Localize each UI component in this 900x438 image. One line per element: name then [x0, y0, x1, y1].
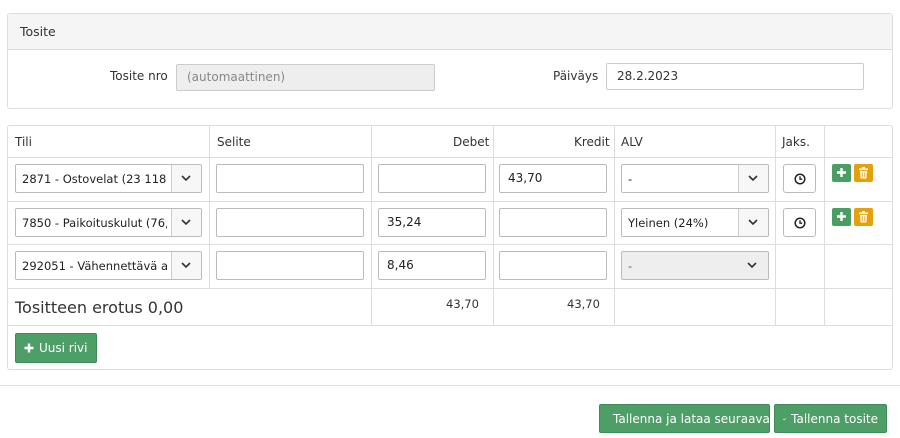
account-value: 292051 - Vähennettävä alv (... [22, 259, 167, 273]
period-button[interactable] [783, 208, 816, 237]
divider [8, 325, 892, 326]
vat-value: - [628, 259, 633, 273]
col-account: Tili [15, 135, 32, 149]
voucher-panel: Tosite Tosite nro (automaattinen) Päiväy… [7, 13, 893, 109]
plus-icon [837, 168, 846, 177]
col-period: Jaks. [782, 135, 810, 149]
chevron-down-icon [171, 252, 201, 279]
col-description: Selite [217, 135, 251, 149]
chevron-down-icon [171, 165, 201, 192]
description-input[interactable] [216, 164, 364, 193]
account-select[interactable]: 2871 - Ostovelat (23 118,09) [15, 164, 202, 193]
vat-select: - [621, 251, 769, 280]
date-field[interactable]: 28.2.2023 [606, 63, 864, 90]
credit-input[interactable]: 43,70 [499, 164, 607, 193]
delete-row-button[interactable] [854, 208, 873, 226]
divider [775, 126, 776, 325]
new-row-button[interactable]: Uusi rivi [15, 333, 97, 363]
credit-input[interactable] [499, 208, 607, 237]
plus-icon [24, 343, 34, 353]
account-value: 2871 - Ostovelat (23 118,09) [22, 172, 167, 186]
divider [614, 126, 615, 325]
new-row-label: Uusi rivi [39, 341, 88, 355]
clock-icon [794, 217, 806, 229]
date-label: Päiväys [553, 69, 599, 83]
voucher-number-label: Tosite nro [110, 69, 168, 83]
divider [493, 126, 494, 325]
save-voucher-button[interactable]: Tallenna tosite [774, 404, 887, 433]
trash-icon [859, 211, 868, 223]
chevron-down-icon [738, 252, 768, 279]
vat-select[interactable]: - [621, 164, 769, 193]
delete-row-button[interactable] [854, 164, 873, 182]
divider [371, 126, 372, 325]
divider [824, 126, 825, 325]
debit-input[interactable]: 35,24 [378, 208, 486, 237]
save-voucher-label: Tallenna tosite [791, 411, 878, 426]
vat-select[interactable]: Yleinen (24%) [621, 208, 769, 237]
credit-total: 43,70 [567, 297, 600, 311]
debit-total: 43,70 [446, 297, 479, 311]
check-icon [783, 417, 787, 420]
clock-icon [794, 173, 806, 185]
description-input[interactable] [216, 208, 364, 237]
chevron-down-icon [171, 209, 201, 236]
entries-table: Tili Selite Debet Kredit ALV Jaks. 2871 … [7, 125, 893, 370]
divider [8, 201, 892, 202]
divider [8, 288, 892, 289]
col-debit: Debet [453, 135, 490, 149]
save-and-next-label: Tallenna ja lataa seuraava [613, 411, 770, 426]
add-row-button[interactable] [832, 208, 851, 226]
chevron-down-icon [738, 209, 768, 236]
col-vat: ALV [621, 135, 643, 149]
description-input[interactable] [216, 251, 364, 280]
debit-input[interactable] [378, 164, 486, 193]
vat-value: - [628, 172, 633, 186]
account-select[interactable]: 292051 - Vähennettävä alv (... [15, 251, 202, 280]
debit-input[interactable]: 8,46 [378, 251, 486, 280]
col-credit: Kredit [574, 135, 610, 149]
vat-value: Yleinen (24%) [628, 216, 709, 230]
period-button[interactable] [783, 164, 816, 193]
footer-divider [0, 385, 900, 386]
add-row-button[interactable] [832, 164, 851, 182]
chevron-down-icon [738, 165, 768, 192]
divider [209, 126, 210, 288]
credit-input[interactable] [499, 251, 607, 280]
divider [8, 244, 892, 245]
divider [8, 157, 892, 158]
account-value: 7850 - Paikoituskulut (76,34) [22, 216, 167, 230]
save-and-next-button[interactable]: Tallenna ja lataa seuraava [599, 404, 770, 433]
account-select[interactable]: 7850 - Paikoituskulut (76,34) [15, 208, 202, 237]
trash-icon [859, 167, 868, 179]
plus-icon [837, 212, 846, 221]
panel-title: Tosite [8, 14, 892, 50]
difference-label: Tositteen erotus 0,00 [15, 298, 184, 317]
voucher-number-field[interactable]: (automaattinen) [176, 64, 435, 91]
